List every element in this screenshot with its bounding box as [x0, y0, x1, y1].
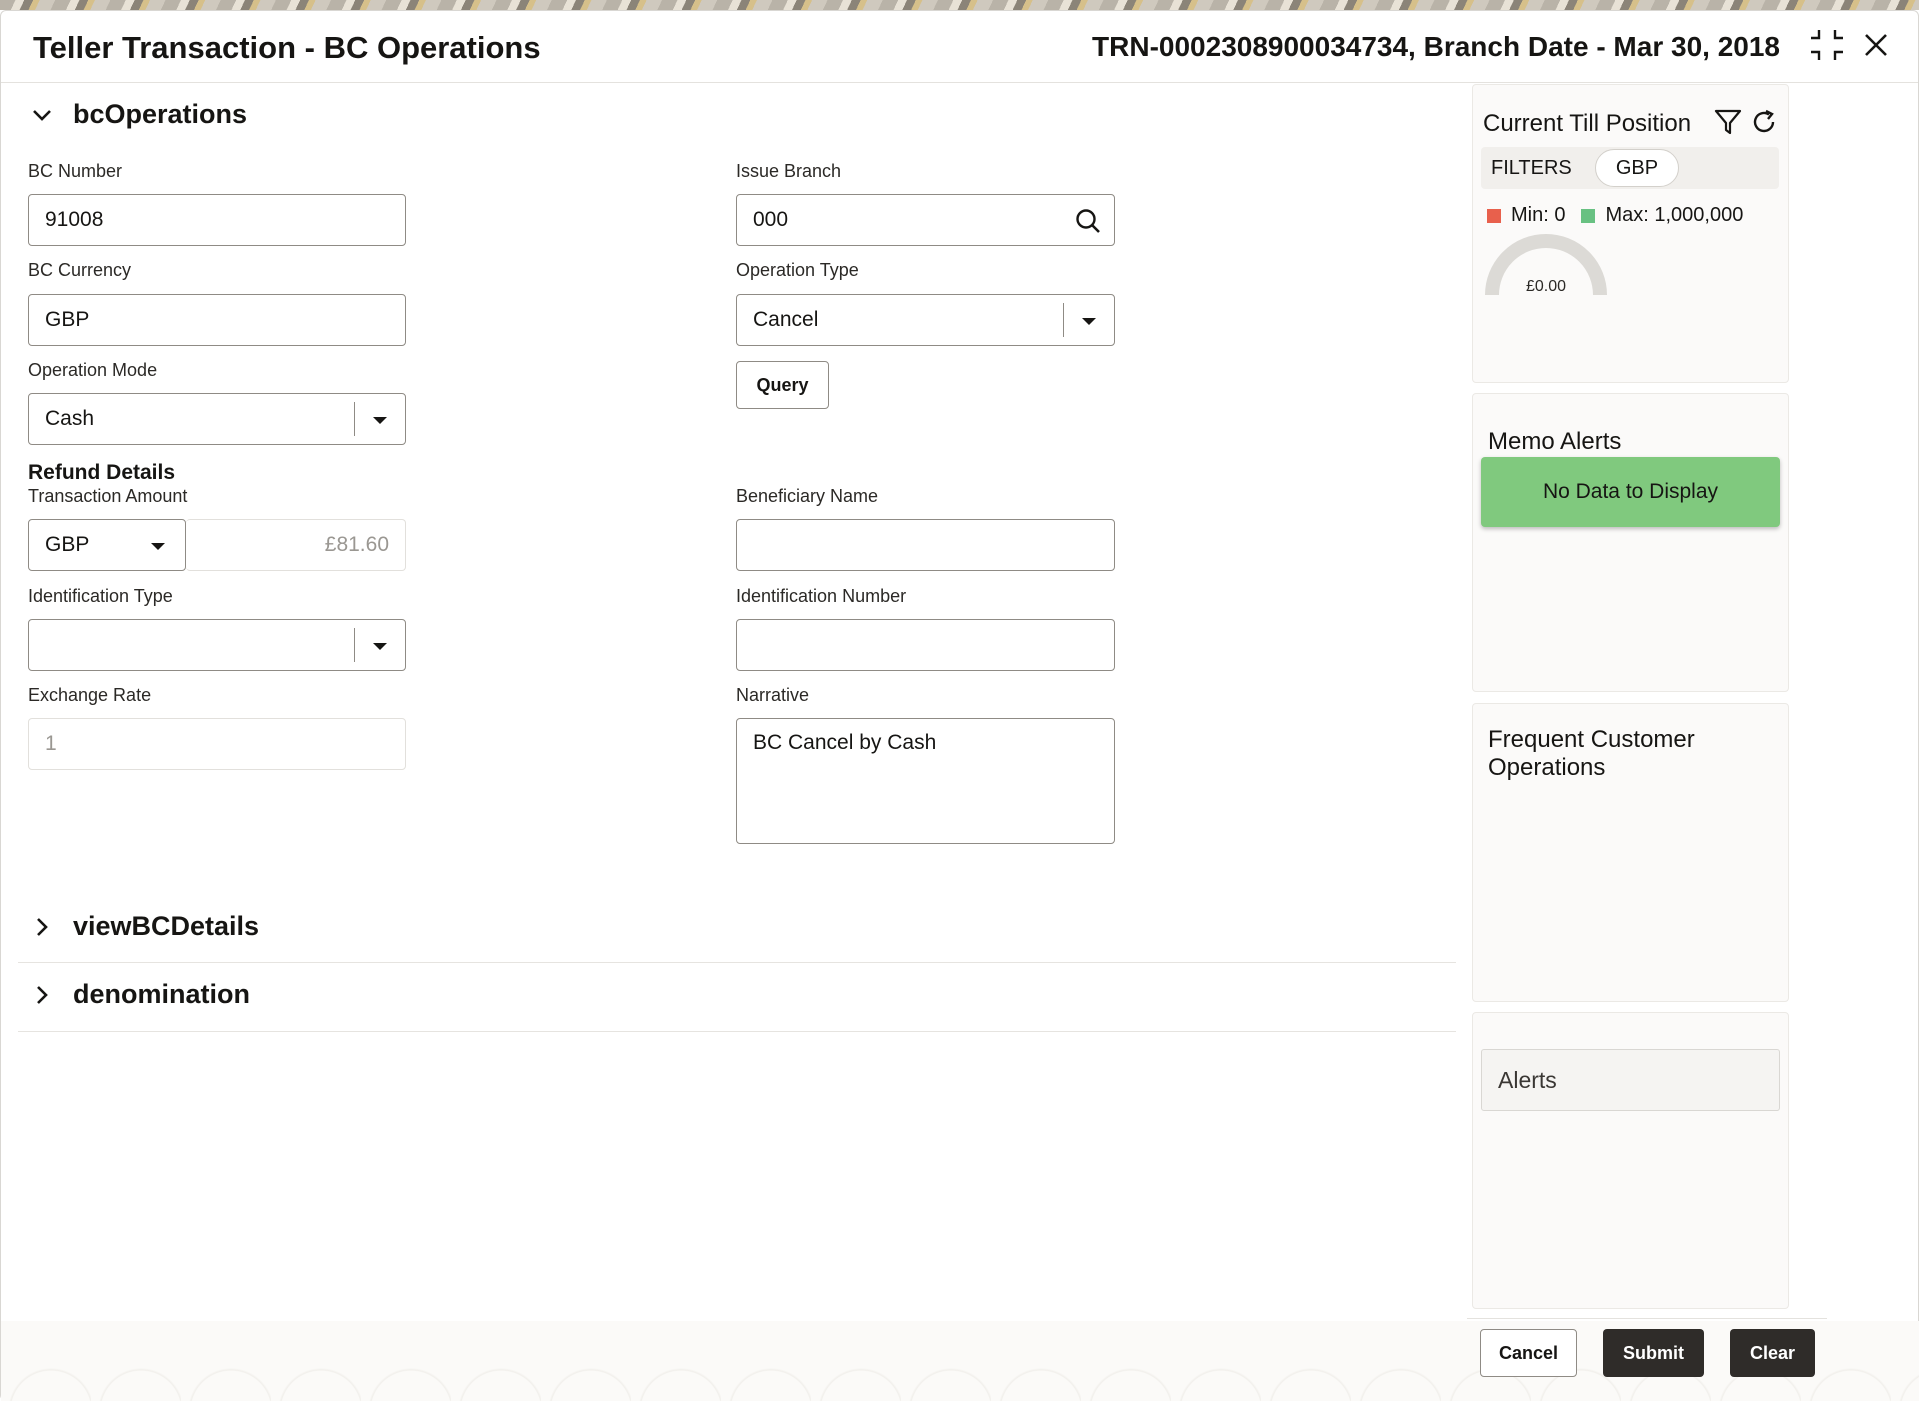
- beneficiary-name-label: Beneficiary Name: [736, 486, 879, 506]
- bc-currency-field[interactable]: GBP: [28, 294, 406, 346]
- dropdown-arrow-icon: [1082, 318, 1096, 325]
- operation-mode-value: Cash: [45, 407, 95, 430]
- query-button[interactable]: Query: [736, 361, 829, 409]
- max-legend-label: Max: 1,000,000: [1605, 204, 1744, 226]
- memo-alerts-title: Memo Alerts: [1488, 428, 1622, 455]
- transaction-amount-field: £81.60: [186, 519, 406, 571]
- issue-branch-value: 000: [753, 208, 789, 231]
- bc-number-label: BC Number: [28, 161, 123, 181]
- transaction-amount-value: £81.60: [324, 533, 389, 556]
- section-divider: [18, 1031, 1456, 1032]
- footer-divider: [1467, 1318, 1827, 1319]
- min-legend-swatch: [1487, 208, 1501, 223]
- close-icon[interactable]: [1856, 25, 1896, 65]
- chevron-right-icon: [37, 917, 48, 936]
- section-title-viewbcdetails: viewBCDetails: [73, 911, 260, 941]
- beneficiary-name-field[interactable]: [736, 519, 1115, 571]
- exchange-rate-label: Exchange Rate: [28, 685, 152, 705]
- identification-type-label: Identification Type: [28, 586, 173, 606]
- narrative-textarea[interactable]: BC Cancel by Cash: [736, 718, 1115, 844]
- submit-button[interactable]: Submit: [1603, 1329, 1704, 1377]
- filter-icon[interactable]: [1713, 107, 1743, 137]
- operation-type-value: Cancel: [753, 308, 819, 331]
- gauge-value: £0.00: [1525, 278, 1567, 295]
- dropdown-separator: [1063, 303, 1064, 337]
- frequent-operations-panel: Frequent Customer Operations: [1472, 703, 1789, 1002]
- refund-details-heading: Refund Details: [28, 461, 176, 484]
- issue-branch-label: Issue Branch: [736, 161, 842, 181]
- issue-branch-field[interactable]: 000: [736, 194, 1115, 246]
- section-divider: [18, 962, 1456, 963]
- memo-alerts-empty-message: No Data to Display: [1481, 457, 1780, 527]
- max-legend-swatch: [1581, 208, 1596, 223]
- bc-currency-value: GBP: [45, 308, 90, 331]
- operation-mode-select[interactable]: Cash: [28, 393, 406, 445]
- dropdown-arrow-icon: [373, 643, 387, 650]
- section-denomination-toggle[interactable]: denomination: [29, 979, 250, 1010]
- identification-type-select[interactable]: [28, 619, 406, 671]
- operation-mode-label: Operation Mode: [28, 360, 158, 380]
- compress-icon[interactable]: [1807, 25, 1847, 65]
- transaction-reference: TRN-0002308900034734, Branch Date - Mar …: [1092, 31, 1780, 62]
- identification-number-field[interactable]: [736, 619, 1115, 671]
- exchange-rate-field: 1: [28, 718, 406, 770]
- alerts-title[interactable]: Alerts: [1481, 1049, 1780, 1111]
- identification-number-label: Identification Number: [736, 586, 907, 606]
- dropdown-arrow-icon: [373, 417, 387, 424]
- transaction-amount-label: Transaction Amount: [28, 486, 188, 506]
- filters-label: FILTERS: [1491, 157, 1572, 179]
- window-top-border: [0, 0, 1919, 10]
- till-legend: Min: 0 Max: 1,000,000: [1487, 204, 1743, 227]
- search-icon[interactable]: [1074, 207, 1102, 235]
- chevron-down-icon: [33, 109, 51, 121]
- bc-number-value: 91008: [45, 208, 104, 231]
- section-title-denomination: denomination: [73, 979, 250, 1009]
- cancel-button[interactable]: Cancel: [1480, 1329, 1577, 1377]
- dropdown-arrow-icon: [151, 543, 165, 550]
- teller-transaction-dialog: Teller Transaction - BC Operations TRN-0…: [0, 10, 1919, 1401]
- page-title: Teller Transaction - BC Operations: [33, 30, 541, 65]
- clear-button[interactable]: Clear: [1730, 1329, 1815, 1377]
- memo-alerts-panel: Memo Alerts No Data to Display: [1472, 393, 1789, 692]
- exchange-rate-value: 1: [45, 732, 57, 755]
- section-viewbcdetails-toggle[interactable]: viewBCDetails: [29, 911, 259, 942]
- operation-type-label: Operation Type: [736, 260, 859, 280]
- frequent-operations-title: Frequent Customer Operations: [1488, 726, 1695, 781]
- dropdown-separator: [354, 628, 355, 662]
- chevron-right-icon: [37, 985, 48, 1004]
- narrative-value: BC Cancel by Cash: [753, 731, 937, 754]
- till-position-title: Current Till Position: [1483, 110, 1692, 137]
- filters-bar: FILTERS GBP: [1481, 147, 1779, 189]
- dialog-header: Teller Transaction - BC Operations TRN-0…: [1, 11, 1918, 83]
- operation-type-select[interactable]: Cancel: [736, 294, 1115, 346]
- dropdown-separator: [354, 402, 355, 436]
- min-legend-label: Min: 0: [1511, 204, 1566, 226]
- currency-chip[interactable]: GBP: [1595, 149, 1679, 187]
- bc-number-field[interactable]: 91008: [28, 194, 406, 246]
- section-bcoperations-toggle[interactable]: bcOperations: [29, 99, 247, 130]
- alerts-panel: Alerts: [1472, 1012, 1789, 1309]
- transaction-currency-select[interactable]: GBP: [28, 519, 186, 571]
- narrative-label: Narrative: [736, 685, 810, 705]
- bc-currency-label: BC Currency: [28, 260, 132, 280]
- till-position-panel: Current Till Position FILTERS GBP Min: 0…: [1472, 84, 1789, 383]
- refresh-icon[interactable]: [1749, 107, 1779, 137]
- section-title-bcoperations: bcOperations: [73, 99, 248, 129]
